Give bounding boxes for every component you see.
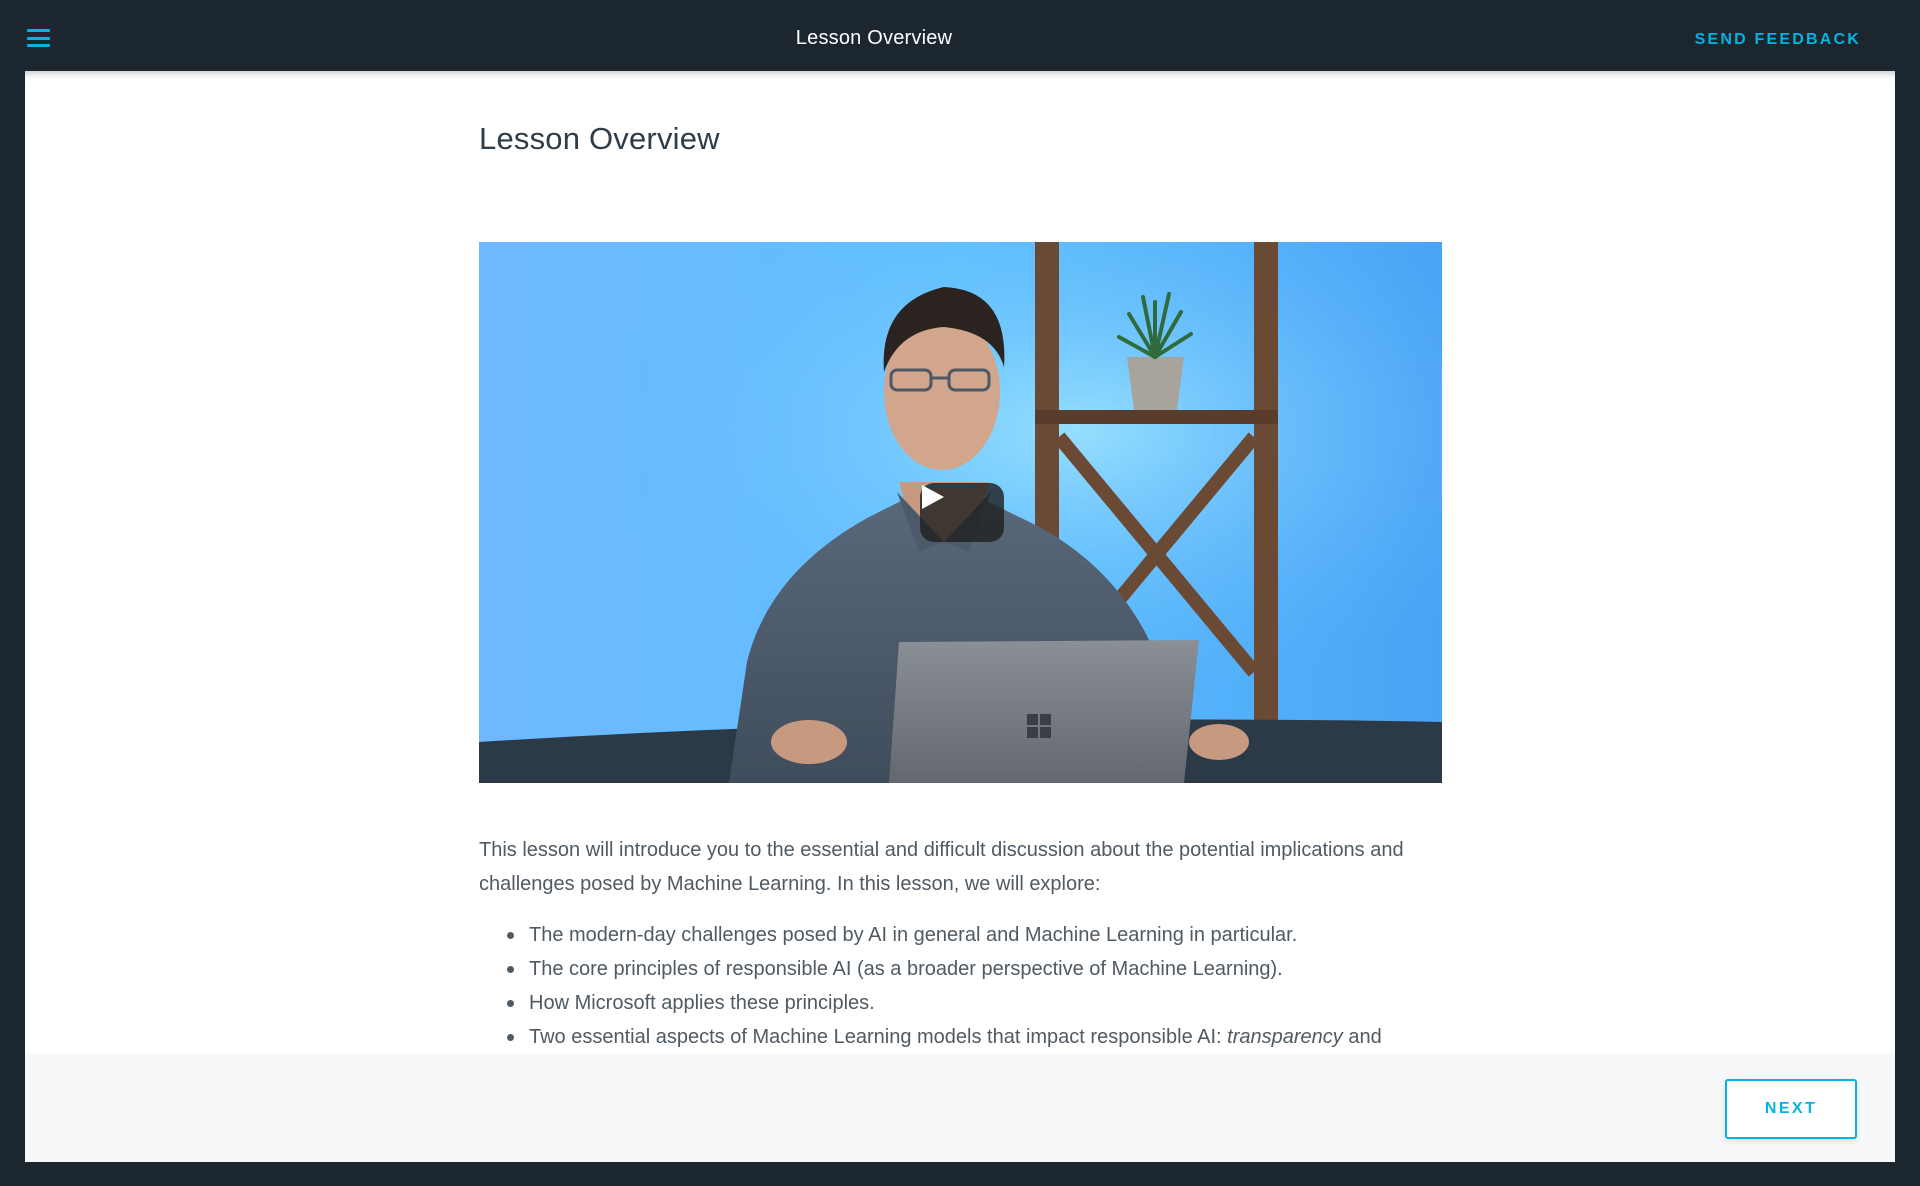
lesson-footer: NEXT — [25, 1053, 1895, 1162]
lesson-content: Lesson Overview This lesson will introdu… — [479, 121, 1442, 1082]
list-item: The modern-day challenges posed by AI in… — [507, 918, 1442, 952]
play-icon — [922, 485, 944, 509]
header-title: Lesson Overview — [795, 27, 953, 49]
send-feedback-button[interactable]: SEND FEEDBACK — [1695, 31, 1861, 49]
list-item-text: Two essential aspects of Machine Learnin… — [529, 1026, 1228, 1048]
lesson-intro: This lesson will introduce you to the es… — [479, 839, 1404, 895]
list-item-text: and — [1342, 1026, 1382, 1048]
top-bar: Lesson Overview SEND FEEDBACK — [0, 0, 1920, 71]
play-button[interactable] — [920, 483, 1004, 542]
page-title: Lesson Overview — [479, 121, 720, 156]
lesson-card: Lesson Overview This lesson will introdu… — [25, 71, 1895, 1162]
emphasis-transparency: transparency — [1227, 1026, 1343, 1048]
list-item: The core principles of responsible AI (a… — [507, 952, 1442, 986]
list-item: How Microsoft applies these principles. — [507, 986, 1442, 1020]
next-button[interactable]: NEXT — [1725, 1079, 1857, 1139]
video-player[interactable] — [479, 242, 1442, 783]
